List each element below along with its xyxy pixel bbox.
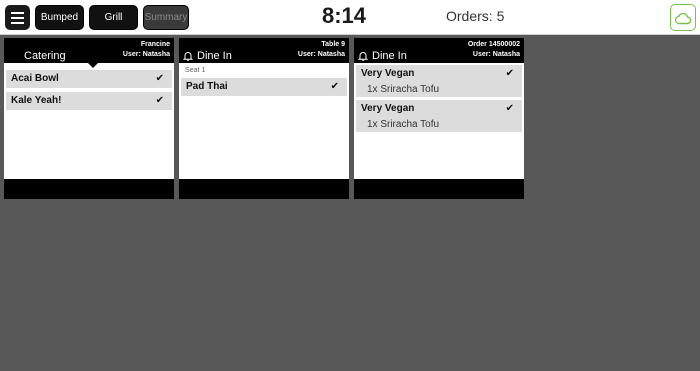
- menu-button[interactable]: [5, 5, 30, 30]
- card-title: Dine In: [197, 50, 232, 62]
- menu-line: [11, 21, 24, 24]
- card-info: Order 14500002 User: Natasha: [468, 40, 520, 60]
- card-footer: [354, 179, 524, 199]
- header-notch: [88, 63, 98, 68]
- clock: 8:14: [322, 3, 367, 28]
- bumped-button[interactable]: Bumped: [35, 5, 84, 30]
- menu-line: [11, 11, 24, 14]
- card-title-wrap: Dine In: [358, 50, 407, 62]
- card-title-wrap: Dine In: [183, 50, 232, 62]
- card-info-line1: Order 14500002: [467, 41, 520, 48]
- item-name: Very Vegan: [361, 68, 415, 79]
- checkmark-icon: ✔: [505, 103, 514, 114]
- order-item[interactable]: Very Vegan ✔ 1x Sriracha Tofu: [356, 65, 522, 97]
- item-modifier: 1x Sriracha Tofu: [367, 84, 440, 95]
- card-info-line1: Table 9: [321, 41, 345, 48]
- card-info-line2: User: Natasha: [472, 51, 520, 58]
- card-info-line1: Francine: [140, 41, 170, 48]
- order-item[interactable]: Pad Thai ✔: [181, 78, 347, 96]
- item-name: Kale Yeah!: [11, 95, 62, 106]
- bell-icon: [183, 52, 193, 61]
- card-info-line2: User: Natasha: [122, 51, 170, 58]
- checkmark-icon: ✔: [330, 81, 339, 92]
- order-item[interactable]: Kale Yeah! ✔: [6, 92, 172, 110]
- card-header: Dine In Table 9 User: Natasha: [179, 38, 349, 63]
- item-modifier: 1x Sriracha Tofu: [367, 119, 440, 130]
- menu-line: [11, 16, 24, 19]
- order-card-catering[interactable]: Catering Francine User: Natasha Acai Bow…: [4, 38, 174, 199]
- order-item[interactable]: Acai Bowl ✔: [6, 70, 172, 88]
- card-title: Catering: [24, 50, 66, 62]
- card-info: Table 9 User: Natasha: [298, 40, 345, 60]
- order-card-table-9[interactable]: Dine In Table 9 User: Natasha Seat 1 Pad…: [179, 38, 349, 199]
- card-info: Francine User: Natasha: [123, 40, 170, 60]
- seat-label: Seat 1: [185, 67, 206, 74]
- cloud-status-button[interactable]: [670, 4, 696, 31]
- checkmark-icon: ✔: [505, 68, 514, 79]
- card-info-line2: User: Natasha: [297, 51, 345, 58]
- checkmark-icon: ✔: [155, 95, 164, 106]
- card-header: Catering Francine User: Natasha: [4, 38, 174, 63]
- item-name: Very Vegan: [361, 103, 415, 114]
- bell-icon: [358, 52, 368, 61]
- order-item[interactable]: Very Vegan ✔ 1x Sriracha Tofu: [356, 100, 522, 132]
- cloud-icon: [674, 12, 692, 24]
- orders-count: Orders: 5: [446, 8, 505, 24]
- card-footer: [4, 179, 174, 199]
- top-bar: Bumped Grill Summary 8:14 Orders: 5: [0, 0, 700, 35]
- order-card-14500002[interactable]: Dine In Order 14500002 User: Natasha Ver…: [354, 38, 524, 199]
- card-title: Dine In: [372, 50, 407, 62]
- item-name: Pad Thai: [186, 81, 228, 92]
- checkmark-icon: ✔: [155, 73, 164, 84]
- card-header: Dine In Order 14500002 User: Natasha: [354, 38, 524, 63]
- item-name: Acai Bowl: [11, 73, 59, 84]
- card-footer: [179, 179, 349, 199]
- grill-button[interactable]: Grill: [89, 5, 138, 30]
- summary-button[interactable]: Summary: [143, 5, 189, 30]
